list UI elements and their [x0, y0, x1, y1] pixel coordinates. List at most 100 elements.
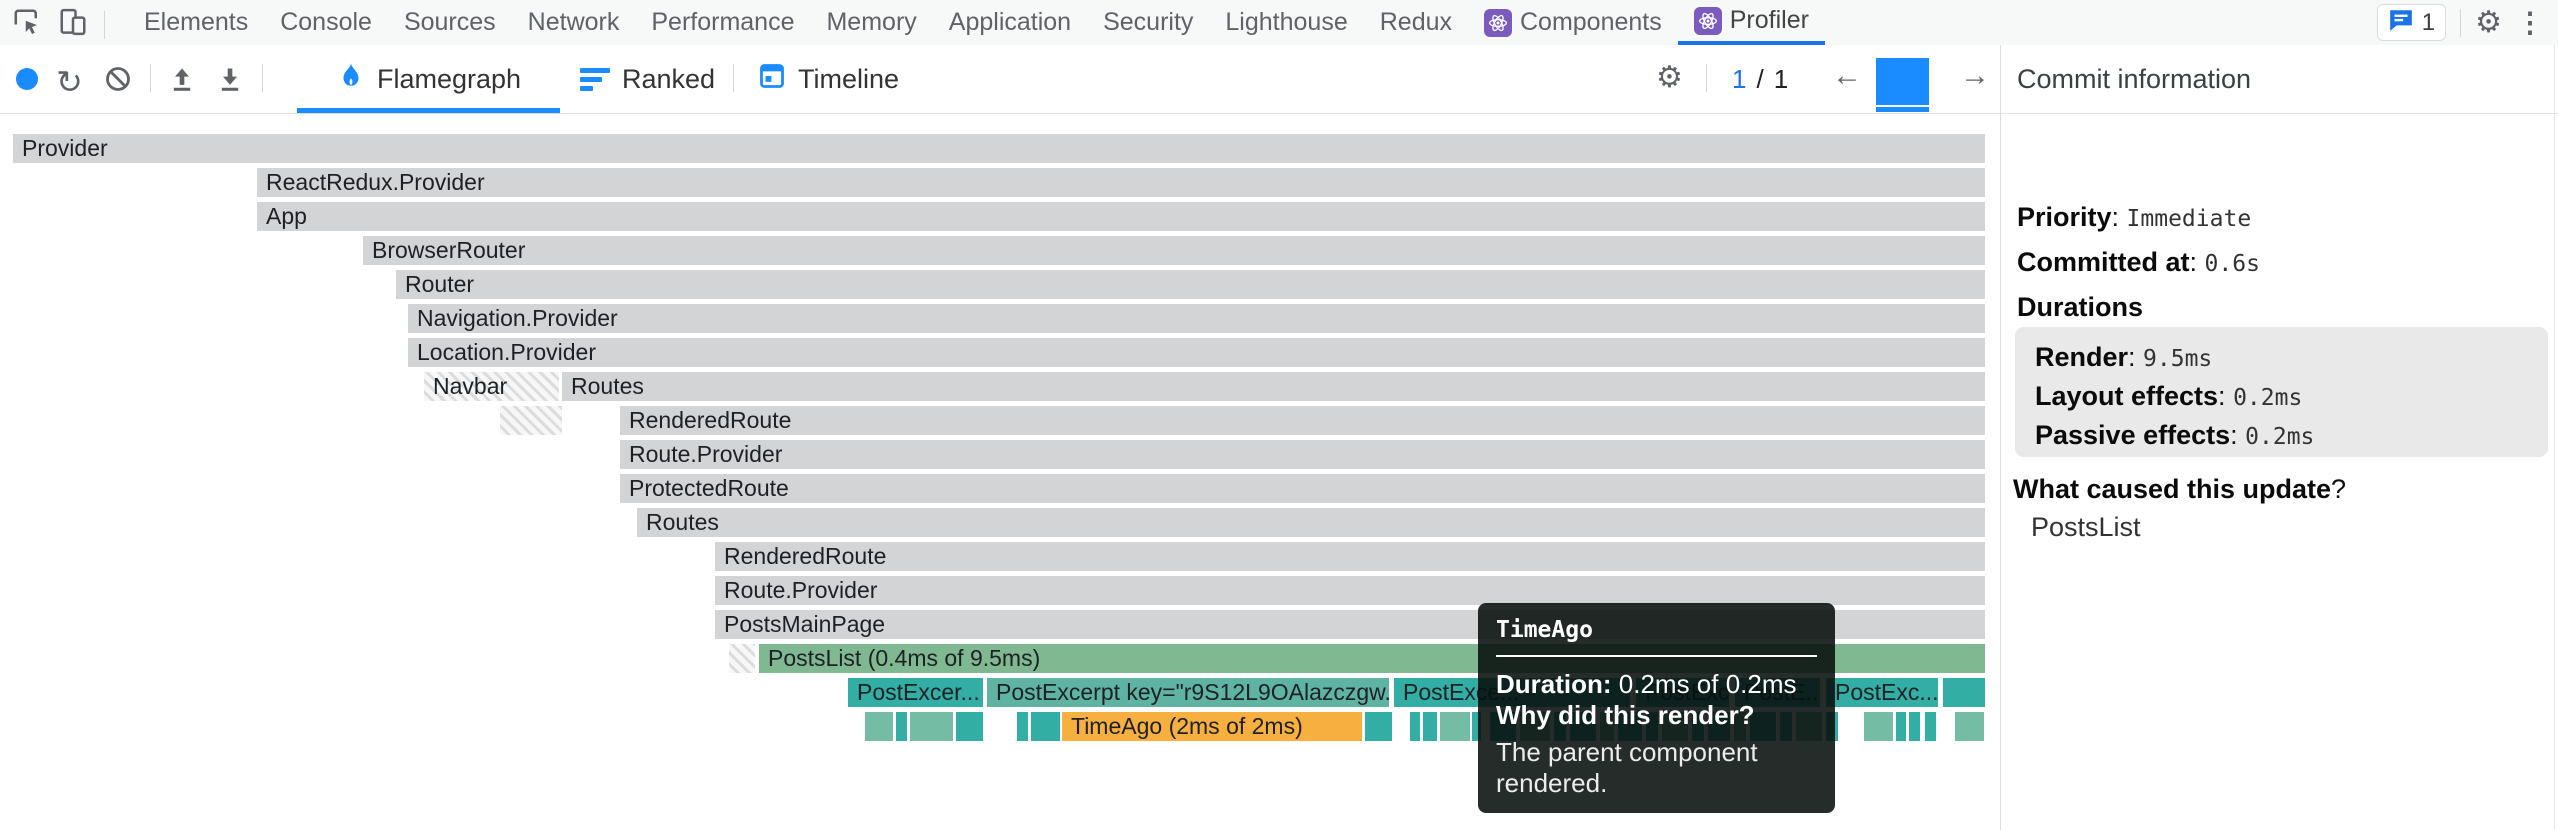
flame-segment[interactable]	[729, 644, 755, 673]
flame-segment[interactable]	[896, 712, 907, 741]
flame-segment[interactable]	[1864, 712, 1893, 741]
tab-security[interactable]: Security	[1087, 0, 1209, 45]
tab-application[interactable]: Application	[933, 0, 1087, 45]
clear-profile-icon[interactable]	[104, 65, 132, 98]
commit-information-panel: Commit information Priority: Immediate C…	[2000, 45, 2558, 830]
issues-count: 1	[2422, 9, 2435, 37]
commit-info-title: Commit information	[2001, 45, 2558, 114]
reload-and-profile-icon[interactable]: ↻	[56, 63, 83, 101]
toolbar-divider	[733, 64, 734, 92]
tab-redux[interactable]: Redux	[1364, 0, 1468, 45]
tab-sources[interactable]: Sources	[388, 0, 512, 45]
tooltip-divider	[1496, 655, 1817, 657]
panel-right-edge	[2554, 45, 2555, 830]
tab-console[interactable]: Console	[264, 0, 388, 45]
record-button[interactable]	[16, 68, 38, 90]
flame-bar-BrowserRouter[interactable]: BrowserRouter	[363, 236, 1985, 265]
tab-timeline[interactable]: Timeline	[758, 45, 899, 113]
tab-profiler[interactable]: Profiler	[1678, 0, 1825, 45]
flame-segment[interactable]	[1031, 712, 1060, 741]
load-profile-icon[interactable]	[168, 65, 196, 98]
save-profile-icon[interactable]	[216, 65, 244, 98]
tooltip-why-label: Why did this render?	[1496, 700, 1817, 731]
flame-bar-Router[interactable]: Router	[396, 270, 1985, 299]
flame-segment[interactable]	[910, 712, 953, 741]
flame-segment[interactable]	[1440, 712, 1470, 741]
flame-bar-Routes[interactable]: Routes	[562, 372, 1985, 401]
flame-bar-PostExc...[interactable]: PostExc...	[1826, 678, 1938, 707]
toolbar-divider	[104, 11, 105, 39]
toolbar-divider	[150, 64, 151, 92]
flame-bar-Route.Provider[interactable]: Route.Provider	[715, 576, 1985, 605]
toggle-device-toolbar-icon[interactable]	[58, 7, 88, 42]
tab-label: Components	[1520, 8, 1662, 37]
flame-bar-PostExcerpt[interactable]: PostExcerpt key="r9S12L9OAlazczgw...	[987, 678, 1389, 707]
tab-ranked[interactable]: Ranked	[580, 45, 715, 113]
flame-bar-ReactRedux.Provider[interactable]: ReactRedux.Provider	[257, 168, 1985, 197]
flame-bar-Location.Provider[interactable]: Location.Provider	[408, 338, 1985, 367]
tooltip-why-answer: The parent component rendered.	[1496, 737, 1817, 799]
toolbar-divider	[2460, 9, 2461, 37]
tab-flamegraph[interactable]: Flamegraph	[337, 45, 521, 113]
tab-label: Lighthouse	[1225, 8, 1347, 37]
next-commit-arrow[interactable]: →	[1960, 59, 1990, 93]
flame-bar-Provider[interactable]: Provider	[13, 134, 1985, 163]
flame-bar-Navigation.Provider[interactable]: Navigation.Provider	[408, 304, 1985, 333]
flame-segment[interactable]	[865, 712, 893, 741]
durations-box: Render: 9.5ms Layout effects: 0.2ms Pass…	[2015, 327, 2548, 457]
flame-segment[interactable]	[1909, 712, 1920, 741]
tab-label: Sources	[404, 8, 496, 37]
passive-effects-row: Passive effects: 0.2ms	[2035, 420, 2314, 451]
flame-segment[interactable]	[1896, 712, 1906, 741]
flame-bar-RenderedRoute[interactable]: RenderedRoute	[715, 542, 1985, 571]
tab-memory[interactable]: Memory	[810, 0, 932, 45]
committed-at-row: Committed at: 0.6s	[2017, 247, 2260, 278]
flame-bar-RenderedRoute[interactable]: RenderedRoute	[620, 406, 1985, 435]
flame-segment[interactable]	[1925, 712, 1936, 741]
flame-segment[interactable]	[1943, 678, 1985, 707]
tab-elements[interactable]: Elements	[128, 0, 264, 45]
flamegraph-tooltip: TimeAgo Duration: 0.2ms of 0.2ms Why did…	[1478, 603, 1835, 813]
render-duration-row: Render: 9.5ms	[2035, 342, 2212, 373]
priority-row: Priority: Immediate	[2017, 202, 2251, 233]
react-atom-icon	[1484, 9, 1512, 37]
tab-label: Redux	[1380, 8, 1452, 37]
flame-bar-TimeAgo[interactable]: TimeAgo (2ms of 2ms)	[1062, 712, 1362, 741]
flame-segment[interactable]	[1017, 712, 1028, 741]
flame-segment[interactable]	[1410, 712, 1420, 741]
tab-network[interactable]: Network	[512, 0, 636, 45]
tab-label: Profiler	[1730, 6, 1809, 35]
flame-segment[interactable]	[1365, 712, 1392, 741]
flame-segment[interactable]	[500, 406, 562, 435]
timeline-calendar-icon	[758, 62, 786, 97]
tab-label: Performance	[651, 8, 794, 37]
profiler-settings-gear-icon[interactable]: ⚙	[1656, 63, 1683, 93]
tab-components[interactable]: Components	[1468, 0, 1678, 45]
flame-segment[interactable]	[1423, 712, 1437, 741]
durations-heading: Durations	[2017, 292, 2143, 323]
toolbar-divider	[1706, 64, 1707, 92]
flame-bar-PostExcer...[interactable]: PostExcer...	[848, 678, 983, 707]
profiler-toolbar: ↻ Flamegraph	[0, 45, 2000, 114]
flame-segment[interactable]	[956, 712, 983, 741]
flame-bar-Route.Provider[interactable]: Route.Provider	[620, 440, 1985, 469]
flame-bar-ProtectedRoute[interactable]: ProtectedRoute	[620, 474, 1985, 503]
tooltip-duration: Duration: 0.2ms of 0.2ms	[1496, 669, 1817, 700]
cause-component-link[interactable]: PostsList	[2031, 512, 2141, 543]
more-options-kebab-icon[interactable]: ⋮	[2516, 9, 2544, 37]
flame-bar-App[interactable]: App	[257, 202, 1985, 231]
react-atom-icon	[1694, 7, 1722, 35]
settings-gear-icon[interactable]: ⚙	[2475, 8, 2502, 38]
flame-bar-Routes[interactable]: Routes	[637, 508, 1985, 537]
inspect-element-icon[interactable]	[12, 7, 42, 42]
tab-lighthouse[interactable]: Lighthouse	[1209, 0, 1363, 45]
flame-bar-Navbar[interactable]: Navbar	[424, 372, 559, 401]
issues-button[interactable]: 1	[2377, 4, 2446, 41]
tab-label: Network	[528, 8, 620, 37]
commit-selector-bar[interactable]	[1876, 58, 1929, 105]
previous-commit-arrow[interactable]: ←	[1832, 59, 1862, 93]
layout-effects-row: Layout effects: 0.2ms	[2035, 381, 2302, 412]
tab-performance[interactable]: Performance	[635, 0, 810, 45]
flame-segment[interactable]	[1955, 712, 1984, 741]
devtools-window: Provider ReactRedux.Provider App BrowserRou…	[0, 0, 2558, 830]
